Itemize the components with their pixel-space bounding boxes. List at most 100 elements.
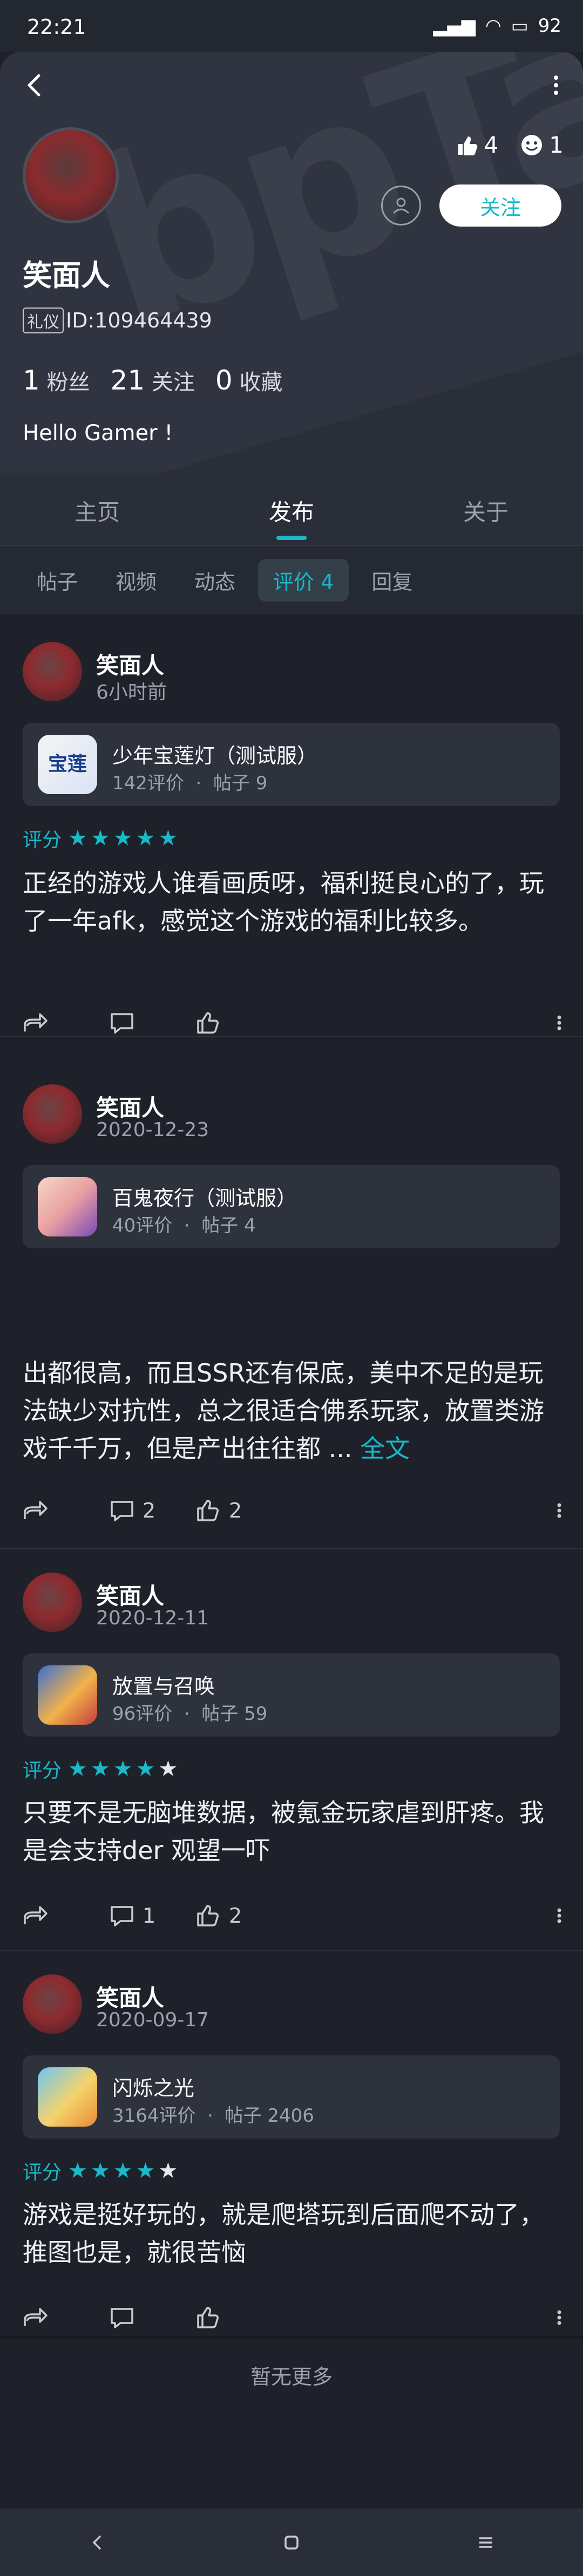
comment-icon <box>109 1904 135 1928</box>
review-text[interactable]: 游戏是挺好玩的，就是爬塔玩到后面爬不动了，推图也是，就很苦恼 <box>23 2196 562 2271</box>
game-card[interactable]: 百鬼夜行（测试服） 40评价 · 帖子 4 <box>23 1165 560 1248</box>
rating: 评分 ★★★★★ <box>23 1757 181 1782</box>
post-actions <box>23 2301 562 2334</box>
review-text[interactable]: 出都很高，而且SSR还有保底，美中不足的是玩法缺少对抗性，总之很适合佛系玩家，放… <box>23 1354 562 1467</box>
post-time: 6小时前 <box>96 681 167 703</box>
like-button[interactable]: 2 <box>195 1904 282 1928</box>
share-icon <box>23 2306 49 2329</box>
share-button[interactable] <box>23 1499 109 1522</box>
back-icon[interactable] <box>19 70 50 100</box>
game-icon <box>38 2067 97 2127</box>
comment-button[interactable] <box>109 1011 195 1035</box>
share-button[interactable] <box>23 2306 109 2329</box>
review-text[interactable]: 正经的游戏人谁看画质呀，福利挺良心的了，玩了一年afk，感觉这个游戏的福利比较多… <box>23 864 562 940</box>
subtab-videos[interactable]: 视频 <box>100 559 172 602</box>
expand-link[interactable]: 全文 <box>360 1434 410 1463</box>
subtab-activity[interactable]: 动态 <box>179 559 250 602</box>
add-friend-icon[interactable] <box>381 186 421 226</box>
thumb-up-icon <box>195 1904 221 1928</box>
author-avatar[interactable] <box>23 1974 82 2034</box>
svg-text:宝莲: 宝莲 <box>48 753 87 775</box>
following-stat[interactable]: 21 关注 <box>111 365 195 396</box>
share-icon <box>23 1499 49 1522</box>
post-time: 2020-12-11 <box>96 1607 209 1629</box>
like-button[interactable]: 2 <box>195 1499 282 1522</box>
nav-menu-icon[interactable] <box>475 2532 497 2553</box>
share-button[interactable] <box>23 1904 109 1928</box>
review-text[interactable]: 只要不是无脑堆数据，被氪金玩家虐到肝疼。我是会支持der 观望一吓 <box>23 1794 562 1869</box>
author-name[interactable]: 笑面人 <box>96 647 164 680</box>
author-avatar[interactable] <box>23 1084 82 1144</box>
fans-stat[interactable]: 1 粉丝 <box>23 365 90 396</box>
rating: 评分 ★★★★★ <box>23 826 181 851</box>
avatar[interactable] <box>23 127 119 223</box>
like-button[interactable] <box>195 1011 282 1035</box>
post-menu-icon[interactable] <box>556 1499 562 1522</box>
like-count: 2 <box>229 1904 242 1928</box>
game-icon <box>38 1665 97 1725</box>
rating-stars: ★★★★★ <box>68 826 181 851</box>
rating: 评分 ★★★★★ <box>23 2158 181 2184</box>
subtab-reviews[interactable]: 评价 4 <box>258 559 349 602</box>
post-time: 2020-09-17 <box>96 2009 209 2031</box>
game-icon: 宝莲 <box>38 735 97 794</box>
divider <box>0 1036 583 1037</box>
nav-back-icon[interactable] <box>86 2532 108 2553</box>
game-name: 百鬼夜行（测试服） <box>112 1186 297 1210</box>
sub-tabs: 帖子 视频 动态 评价 4 回复 <box>0 545 583 614</box>
wifi-icon: ◠ <box>485 15 501 37</box>
game-card[interactable]: 宝莲 少年宝莲灯（测试服） 142评价 · 帖子 9 <box>23 723 560 806</box>
follow-button[interactable]: 关注 <box>439 185 561 227</box>
profile-header: bpTa 4 1 关注 笑面人 礼仪 ID:109464439 1 粉丝 21 … <box>0 52 583 473</box>
header-divider-shape <box>0 328 583 473</box>
author-name[interactable]: 笑面人 <box>96 1090 164 1123</box>
smiles-counter[interactable]: 1 <box>520 132 564 158</box>
author-name[interactable]: 笑面人 <box>96 1980 164 2013</box>
post-time: 2020-12-23 <box>96 1119 209 1141</box>
likes-counter[interactable]: 4 <box>455 132 498 158</box>
main-tabs: 主页 发布 关于 <box>0 473 583 545</box>
author-name[interactable]: 笑面人 <box>96 1578 164 1611</box>
game-card[interactable]: 闪烁之光 3164评价 · 帖子 2406 <box>23 2055 560 2138</box>
game-card[interactable]: 放置与召唤 96评价 · 帖子 59 <box>23 1653 560 1737</box>
comment-icon <box>109 2306 135 2329</box>
comment-icon <box>109 1011 135 1035</box>
share-icon <box>23 1011 49 1035</box>
system-nav-bar <box>0 2509 583 2576</box>
post-menu-icon[interactable] <box>556 2306 562 2329</box>
tab-publish[interactable]: 发布 <box>194 473 389 545</box>
tab-about[interactable]: 关于 <box>389 473 583 545</box>
user-tag: 礼仪 <box>23 308 64 333</box>
game-name: 少年宝莲灯（测试服） <box>112 744 318 768</box>
favorites-stat[interactable]: 0 收藏 <box>215 365 283 396</box>
status-time: 22:21 <box>27 15 86 39</box>
header-counters: 4 1 <box>455 132 564 158</box>
status-bar: 22:21 ▂▄▆ ◠ ▭ 92 <box>0 0 583 52</box>
tab-home[interactable]: 主页 <box>0 473 194 545</box>
like-button[interactable] <box>195 2306 282 2329</box>
status-icons: ▂▄▆ ◠ ▭ 92 <box>433 15 561 37</box>
share-icon <box>23 1904 49 1928</box>
battery-percent: 92 <box>538 15 561 37</box>
more-icon[interactable] <box>551 70 561 100</box>
battery-icon: ▭ <box>511 15 528 37</box>
author-avatar[interactable] <box>23 1573 82 1632</box>
subtab-posts[interactable]: 帖子 <box>22 559 93 602</box>
thumb-up-icon <box>455 133 479 157</box>
post-actions: 1 2 <box>23 1899 562 1932</box>
author-avatar[interactable] <box>23 642 82 701</box>
post-menu-icon[interactable] <box>556 1011 562 1035</box>
comment-button[interactable]: 2 <box>109 1499 195 1522</box>
game-meta: 40评价 · 帖子 4 <box>112 1215 256 1236</box>
comment-button[interactable] <box>109 2306 195 2329</box>
rating-stars: ★★★★★ <box>68 2158 181 2183</box>
share-button[interactable] <box>23 1011 109 1035</box>
game-meta: 3164评价 · 帖子 2406 <box>112 2105 314 2127</box>
thumb-up-icon <box>195 2306 221 2329</box>
comment-button[interactable]: 1 <box>109 1904 195 1928</box>
divider <box>0 1548 583 1549</box>
post-menu-icon[interactable] <box>556 1904 562 1928</box>
subtab-replies[interactable]: 回复 <box>356 559 428 602</box>
nav-home-icon[interactable] <box>281 2532 302 2553</box>
signal-icon: ▂▄▆ <box>433 15 476 37</box>
